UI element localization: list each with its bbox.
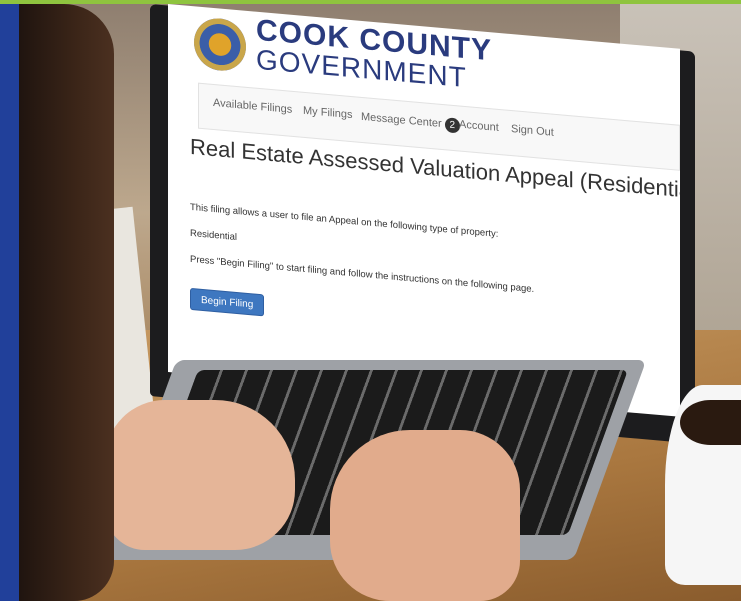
begin-filing-button[interactable]: Begin Filing bbox=[190, 287, 265, 317]
nav-message-center[interactable]: Message Center 2 bbox=[361, 110, 460, 134]
laptop-screen: COOK COUNTY GOVERNMENT Available Filings… bbox=[168, 4, 680, 417]
left-blue-band bbox=[0, 0, 19, 601]
nav-my-filings[interactable]: My Filings bbox=[303, 105, 353, 121]
county-seal-icon bbox=[194, 16, 246, 73]
nav-sign-out[interactable]: Sign Out bbox=[511, 123, 554, 139]
property-type-text: Residential bbox=[190, 227, 237, 244]
coffee-surface bbox=[680, 400, 741, 445]
nav-account[interactable]: Account bbox=[459, 118, 499, 133]
instructions-text: Press "Begin Filing" to start filing and… bbox=[190, 253, 535, 296]
message-count-badge: 2 bbox=[444, 117, 460, 134]
person-hair bbox=[19, 4, 114, 601]
left-hand bbox=[105, 400, 295, 550]
nav-available-filings[interactable]: Available Filings bbox=[213, 97, 292, 116]
right-hand bbox=[330, 430, 520, 601]
nav-message-center-label: Message Center bbox=[361, 110, 442, 130]
top-green-band bbox=[0, 0, 741, 4]
